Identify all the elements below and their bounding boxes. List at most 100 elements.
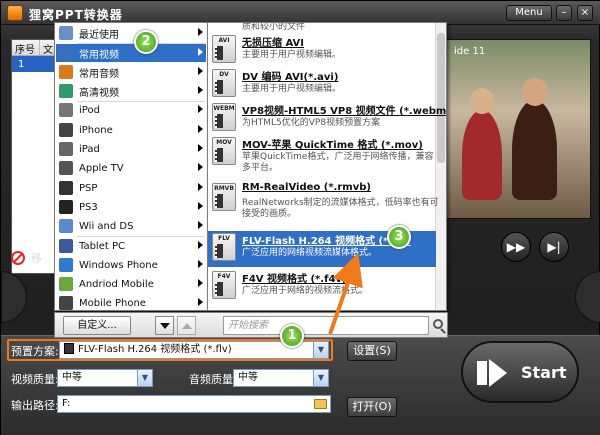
category-item[interactable]: 常用音频 xyxy=(56,63,206,81)
left-reel-decoration xyxy=(1,271,27,323)
chevron-right-icon xyxy=(198,260,203,268)
format-description: 为HTML5优化的VP8视频预置方案 xyxy=(242,118,381,128)
category-label: PSP xyxy=(79,182,98,194)
chevron-right-icon xyxy=(198,202,203,210)
video-quality-select[interactable]: 中等 ▼ xyxy=(57,369,153,387)
format-item[interactable]: F4V F4V 视频格式 (*.f4v) 广泛应用于网络的视频流格式。 xyxy=(208,269,436,307)
format-item[interactable]: MOV MOV-苹果 QuickTime 格式 (*.mov) 苹果QuickTim… xyxy=(208,135,436,179)
category-item[interactable]: iPhone xyxy=(56,121,206,139)
category-label: Tablet PC xyxy=(79,240,125,252)
column-header-number[interactable]: 序号 xyxy=(12,40,40,56)
film-strip-icon xyxy=(215,148,223,162)
category-item[interactable]: 高清视频 xyxy=(56,82,206,100)
chevron-right-icon xyxy=(198,48,203,56)
film-icon xyxy=(64,343,74,354)
category-item[interactable]: 常用视频 xyxy=(56,44,206,62)
format-file-icon: RMVB xyxy=(212,183,236,211)
format-item[interactable]: WEBM VP8视频-HTML5 VP8 视频文件 (*.webm) 为HTML5优… xyxy=(208,101,446,133)
output-path-field[interactable]: F: xyxy=(57,395,331,413)
category-item[interactable]: Andriod Mobile xyxy=(56,275,206,293)
chevron-down-icon[interactable]: ▼ xyxy=(137,370,152,386)
chevron-right-icon xyxy=(198,279,203,287)
scrollbar-thumb[interactable] xyxy=(437,33,445,163)
category-menu: 最近使用常用视频常用音频高清视频 iPod iPhone iPad Apple TV PS… xyxy=(54,22,208,311)
next-button[interactable]: ▶| xyxy=(539,232,569,262)
android-icon xyxy=(59,277,73,291)
row-number: 1 xyxy=(18,58,25,70)
open-button[interactable]: 打开(O) xyxy=(347,397,397,417)
audio-quality-select[interactable]: 中等 ▼ xyxy=(233,369,329,387)
preview-person-shape xyxy=(462,110,502,200)
move-up-button[interactable] xyxy=(177,316,196,335)
video-quality-label: 视频质量: xyxy=(11,373,59,386)
category-label: PS3 xyxy=(79,201,98,213)
ipad-icon xyxy=(59,142,73,156)
format-item[interactable]: 质和较小的文件 xyxy=(208,22,436,33)
move-down-button[interactable] xyxy=(155,316,174,335)
category-label: iPhone xyxy=(79,124,113,136)
category-item[interactable]: 最近使用 xyxy=(56,24,206,42)
category-item[interactable]: Windows Phone xyxy=(56,256,206,274)
preset-value: FLV-Flash H.264 视频格式 (*.flv) xyxy=(78,344,232,355)
format-description: 广泛应用的网络视频流媒体格式。 xyxy=(242,248,378,258)
format-item[interactable]: DV DV 编码 AVI(*.avi) 主要用于用户视频编辑。 xyxy=(208,67,436,99)
chevron-right-icon xyxy=(198,125,203,133)
remove-label: 移 xyxy=(31,252,42,265)
start-label: Start xyxy=(521,363,567,382)
step-badge-1: 1 xyxy=(280,324,304,348)
output-path-label: 输出路径: xyxy=(11,399,59,412)
remove-bar[interactable]: 移 xyxy=(11,247,42,269)
player-controls: ▶▶ ▶| xyxy=(441,227,591,267)
format-menu-scrollbar[interactable] xyxy=(435,23,446,310)
close-button[interactable]: × xyxy=(577,5,593,21)
category-item[interactable]: Mobile Phone xyxy=(56,294,206,312)
menu-button[interactable]: Menu xyxy=(506,5,552,21)
folder-icon[interactable] xyxy=(314,399,327,409)
custom-preset-button[interactable]: 自定义... xyxy=(63,316,131,335)
preview-pane: ide 11 xyxy=(441,39,591,219)
search-input[interactable]: 开始搜索 xyxy=(223,316,429,335)
chevron-down-icon[interactable]: ▼ xyxy=(313,370,328,386)
category-label: 高清视频 xyxy=(79,87,119,99)
category-item[interactable]: iPod xyxy=(56,101,206,119)
chevron-right-icon xyxy=(198,183,203,191)
step-badge-2: 2 xyxy=(134,30,158,54)
format-file-icon: F4V xyxy=(212,271,236,299)
category-item[interactable]: Tablet PC xyxy=(56,237,206,255)
preview-slide-label: ide 11 xyxy=(454,46,486,57)
format-description: 质和较小的文件 xyxy=(242,22,306,32)
chevron-right-icon xyxy=(198,86,203,94)
category-item[interactable]: Apple TV xyxy=(56,159,206,177)
minimize-button[interactable]: – xyxy=(556,5,572,21)
category-label: iPad xyxy=(79,143,100,155)
audio-quality-label: 音频质量: xyxy=(189,373,237,386)
format-icon-text: AVI xyxy=(218,37,230,44)
preview-head-shape xyxy=(470,88,494,114)
chevron-right-icon xyxy=(198,298,203,306)
forward-button[interactable]: ▶▶ xyxy=(501,232,531,262)
format-item[interactable]: AVI 无损压缩 AVI 主要用于用户视频编辑。 xyxy=(208,33,436,65)
category-item[interactable]: Wii and DS xyxy=(56,217,206,235)
format-menu: 质和较小的文件 AVI 无损压缩 AVI 主要用于用户视频编辑。 DV DV 编码 AVI… xyxy=(207,22,447,311)
start-button[interactable]: Start xyxy=(461,341,579,403)
category-item[interactable]: PSP xyxy=(56,179,206,197)
chevron-right-icon xyxy=(198,241,203,249)
format-item[interactable]: RMVB RM-RealVideo (*.rmvb) RealNetworks制定的… xyxy=(208,181,439,227)
chevron-right-icon xyxy=(198,221,203,229)
format-title: RM-RealVideo (*.rmvb) xyxy=(242,182,371,193)
format-icon-text: F4V xyxy=(217,273,231,280)
category-label: Wii and DS xyxy=(79,220,134,232)
category-label: Apple TV xyxy=(79,162,124,174)
search-icon[interactable] xyxy=(433,319,443,329)
format-description: 广泛应用于网络的视频流格式。 xyxy=(242,286,369,296)
format-icon-text: WEBM xyxy=(213,105,235,112)
ipod-icon xyxy=(59,103,73,117)
remove-icon[interactable] xyxy=(11,251,25,265)
category-item[interactable]: iPad xyxy=(56,140,206,158)
format-icon-text: RMVB xyxy=(214,185,234,192)
chevron-down-icon[interactable]: ▼ xyxy=(313,342,328,358)
settings-button[interactable]: 设置(S) xyxy=(347,341,397,361)
film-strip-icon xyxy=(215,282,223,296)
category-label: 常用视频 xyxy=(79,49,119,61)
category-item[interactable]: PS3 xyxy=(56,198,206,216)
